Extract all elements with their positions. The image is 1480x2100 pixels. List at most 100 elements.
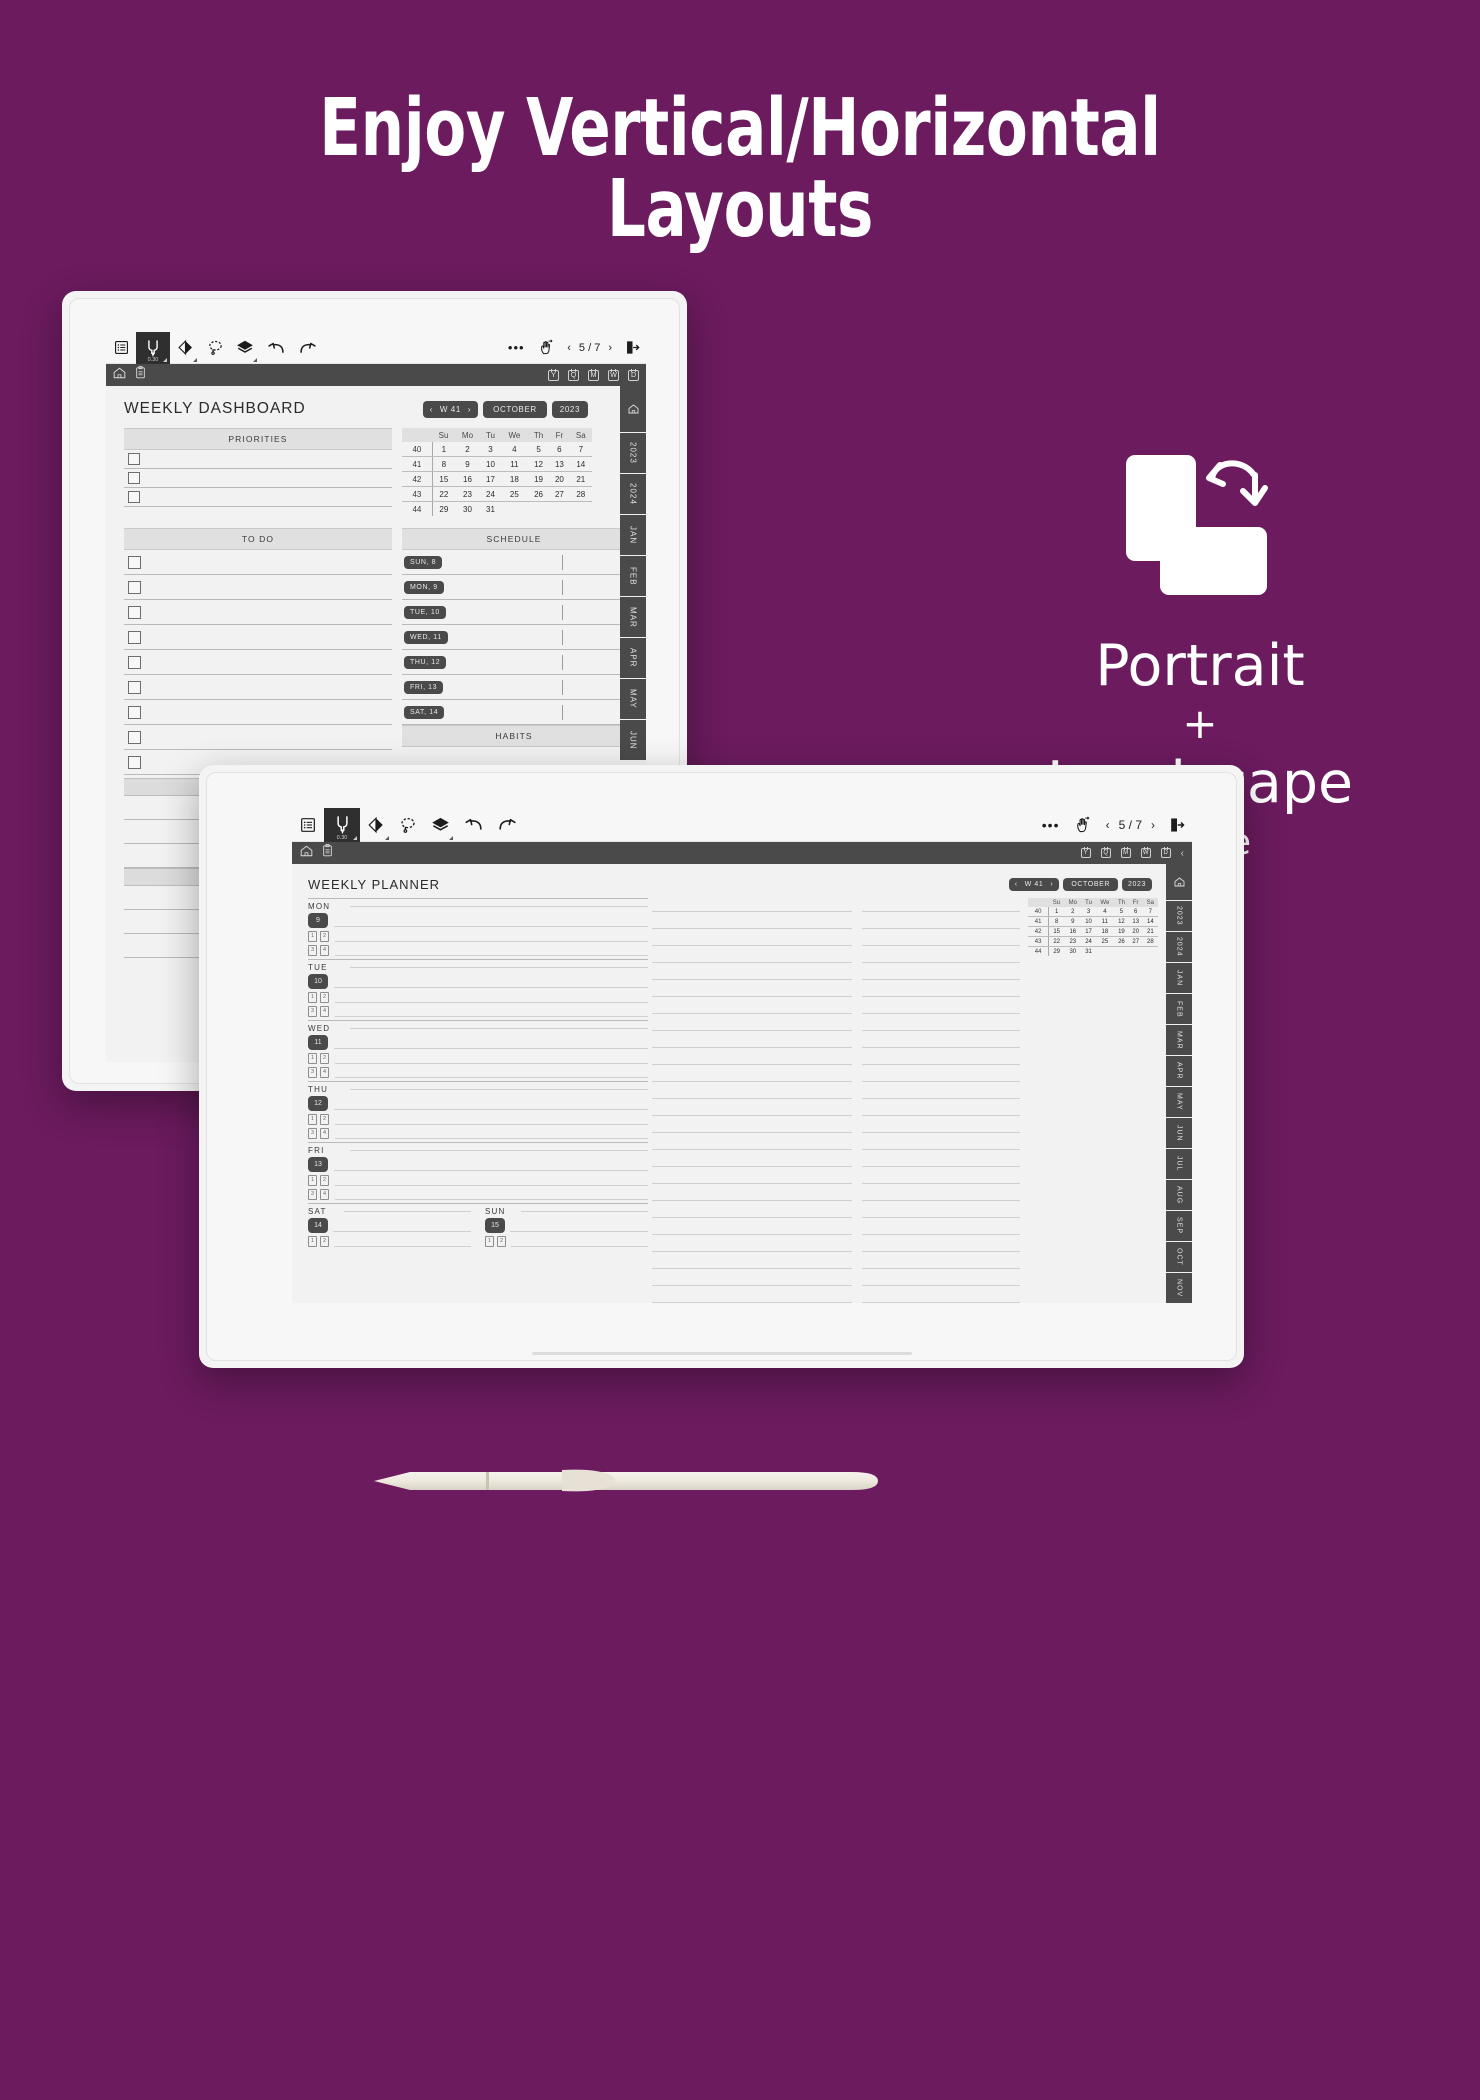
week-prev-icon[interactable]: ‹ xyxy=(430,405,433,414)
week-next-icon[interactable]: › xyxy=(1050,881,1053,888)
jump-tab-m[interactable]: M xyxy=(588,368,599,381)
export-page-icon[interactable] xyxy=(618,332,646,364)
pen-icon[interactable]: 0.30 xyxy=(324,808,360,842)
hand-pan-icon[interactable] xyxy=(531,332,561,364)
page-icon-2[interactable]: 2 xyxy=(497,1235,506,1247)
calendar-day-cell[interactable]: 13 xyxy=(549,456,570,472)
calendar-day-cell[interactable]: 14 xyxy=(1142,916,1158,927)
year-badge[interactable]: 2023 xyxy=(1122,877,1152,891)
page-icon-3[interactable]: 3 xyxy=(308,1066,317,1078)
schedule-day-badge[interactable]: TUE, 10 xyxy=(404,605,446,619)
calendar-day-cell[interactable]: 8 xyxy=(1048,916,1065,927)
calendar-day-cell[interactable]: 22 xyxy=(1048,936,1065,947)
sidebar-tab-2023[interactable]: 2023 xyxy=(620,433,646,474)
redo-icon[interactable] xyxy=(490,808,524,842)
undo-icon[interactable] xyxy=(260,332,292,364)
page-icon-2[interactable]: 2 xyxy=(320,1113,329,1125)
sidebar-tab-may[interactable]: MAY xyxy=(620,679,646,720)
sidebar-tab-mar[interactable]: MAR xyxy=(1166,1025,1192,1056)
calendar-day-cell[interactable]: 30 xyxy=(1064,947,1081,957)
calendar-day-cell[interactable]: 28 xyxy=(569,486,592,502)
layers-caret-icon[interactable] xyxy=(449,835,453,840)
sidebar-tab-may[interactable]: MAY xyxy=(1166,1087,1192,1118)
menu-list-icon[interactable] xyxy=(106,332,136,364)
calendar-day-cell[interactable]: 24 xyxy=(1081,936,1096,947)
calendar-day-cell[interactable]: 1 xyxy=(1048,907,1065,917)
checkbox[interactable] xyxy=(128,605,141,619)
sidebar-home-tab[interactable] xyxy=(620,386,646,433)
sidebar-tab-oct[interactable]: OCT xyxy=(1166,1242,1192,1273)
calendar-day-cell[interactable]: 17 xyxy=(1081,926,1096,937)
navbar-collapse-icon[interactable]: ‹ xyxy=(1181,848,1184,859)
calendar-day-cell[interactable]: 23 xyxy=(1064,936,1082,947)
day-date-badge[interactable]: 11 xyxy=(308,1035,328,1050)
week-prev-icon[interactable]: ‹ xyxy=(1015,881,1018,888)
calendar-day-cell[interactable]: 9 xyxy=(454,456,481,472)
day-date-badge[interactable]: 14 xyxy=(308,1218,328,1233)
pen-icon[interactable]: 0.30 xyxy=(136,332,170,364)
calendar-day-cell[interactable]: 20 xyxy=(1128,926,1143,937)
sidebar-tab-jun[interactable]: JUN xyxy=(620,720,646,761)
day-date-badge[interactable]: 10 xyxy=(308,974,328,989)
calendar-day-cell[interactable]: 18 xyxy=(500,471,528,487)
checkbox[interactable] xyxy=(128,655,141,669)
lasso-select-icon[interactable] xyxy=(200,332,230,364)
jump-tab-w[interactable]: W xyxy=(608,368,619,381)
eraser-icon[interactable] xyxy=(170,332,200,364)
page-icon-3[interactable]: 3 xyxy=(308,1005,317,1017)
schedule-day-badge[interactable]: FRI, 13 xyxy=(404,680,444,694)
calendar-day-cell[interactable]: 2 xyxy=(454,442,481,457)
month-badge[interactable]: OCTOBER xyxy=(483,400,547,418)
month-badge[interactable]: OCTOBER xyxy=(1063,877,1119,891)
jump-tab-d[interactable]: D xyxy=(628,368,639,381)
calendar-day-cell[interactable]: 8 xyxy=(432,456,455,472)
prev-page-button[interactable]: ‹ xyxy=(1106,818,1110,832)
next-page-button[interactable]: › xyxy=(608,342,612,354)
calendar-day-cell[interactable]: 11 xyxy=(500,456,528,472)
jump-tab-y[interactable]: Y xyxy=(1080,847,1091,858)
sidebar-tab-2023[interactable]: 2023 xyxy=(1166,901,1192,932)
sidebar-tab-jul[interactable]: JUL xyxy=(1166,1149,1192,1180)
page-icon-2[interactable]: 2 xyxy=(320,1235,329,1247)
checkbox[interactable] xyxy=(128,630,141,644)
page-icon-3[interactable]: 3 xyxy=(308,1188,317,1200)
undo-icon[interactable] xyxy=(456,808,490,842)
day-date-badge[interactable]: 12 xyxy=(308,1096,328,1111)
page-icon-1[interactable]: 1 xyxy=(308,1052,317,1064)
sidebar-tab-jan[interactable]: JAN xyxy=(1166,963,1192,994)
page-icon-1[interactable]: 1 xyxy=(308,1174,317,1186)
calendar-day-cell[interactable]: 27 xyxy=(549,486,570,502)
day-date-badge[interactable]: 15 xyxy=(485,1218,505,1233)
checkbox[interactable] xyxy=(128,705,141,719)
calendar-day-cell[interactable]: 21 xyxy=(1142,926,1158,937)
sidebar-tab-nov[interactable]: NOV xyxy=(1166,1273,1192,1303)
schedule-day-badge[interactable]: MON, 9 xyxy=(404,580,444,594)
jump-tab-d[interactable]: D xyxy=(1160,847,1171,858)
calendar-day-cell[interactable]: 25 xyxy=(500,486,528,502)
menu-list-icon[interactable] xyxy=(292,808,324,842)
calendar-day-cell[interactable]: 26 xyxy=(527,486,550,502)
calendar-day-cell[interactable]: 20 xyxy=(549,471,570,487)
calendar-day-cell[interactable]: 3 xyxy=(1081,907,1096,917)
schedule-day-badge[interactable]: WED, 11 xyxy=(404,630,448,644)
page-icon-1[interactable]: 1 xyxy=(485,1235,494,1247)
sidebar-tab-2024[interactable]: 2024 xyxy=(1166,932,1192,963)
eraser-icon[interactable] xyxy=(360,808,392,842)
sidebar-tab-aug[interactable]: AUG xyxy=(1166,1180,1192,1211)
checkbox[interactable] xyxy=(128,472,140,484)
calendar-day-cell[interactable]: 27 xyxy=(1128,936,1143,947)
checkbox[interactable] xyxy=(128,680,141,694)
checkbox[interactable] xyxy=(128,755,141,769)
calendar-day-cell[interactable]: 3 xyxy=(480,442,501,457)
calendar-day-cell[interactable]: 19 xyxy=(527,471,550,487)
schedule-day-badge[interactable]: SAT, 14 xyxy=(404,705,445,719)
day-date-badge[interactable]: 13 xyxy=(308,1157,328,1172)
page-icon-2[interactable]: 2 xyxy=(320,991,329,1003)
page-icon-2[interactable]: 2 xyxy=(320,930,329,942)
page-icon-3[interactable]: 3 xyxy=(308,1127,317,1139)
home-icon[interactable] xyxy=(113,366,126,384)
page-icon-3[interactable]: 3 xyxy=(308,944,317,956)
page-icon-4[interactable]: 4 xyxy=(320,1188,329,1200)
calendar-day-cell[interactable]: 6 xyxy=(549,442,570,457)
calendar-day-cell[interactable]: 4 xyxy=(500,442,528,457)
